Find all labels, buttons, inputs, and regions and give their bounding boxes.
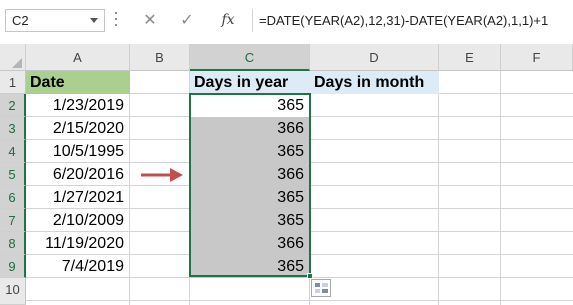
cell-d1[interactable]: Days in month: [310, 71, 439, 94]
gridline: [500, 71, 501, 305]
cell-a1[interactable]: Date: [26, 71, 130, 94]
gridline: [26, 300, 573, 301]
cell-c1[interactable]: Days in year: [190, 71, 310, 94]
row-header-9[interactable]: 9: [0, 255, 26, 278]
formula-bar: C2 ✕ ✓ fx =DATE(YEAR(A2),12,31)-DATE(YEA…: [0, 0, 573, 44]
select-all-icon: [12, 58, 22, 68]
cell-a9[interactable]: 7/4/2019: [26, 255, 130, 278]
column-header-b[interactable]: B: [130, 44, 190, 71]
row-header-5[interactable]: 5: [0, 163, 26, 186]
row-header-7[interactable]: 7: [0, 209, 26, 232]
enter-button[interactable]: ✓: [175, 9, 199, 32]
column-header-a[interactable]: A: [26, 44, 130, 71]
selection-range[interactable]: [189, 93, 311, 277]
column-header-c[interactable]: C: [190, 44, 310, 71]
quick-analysis-icon[interactable]: [311, 279, 331, 297]
row-header-4[interactable]: 4: [0, 140, 26, 163]
select-all-button[interactable]: [0, 44, 26, 71]
row-header-8[interactable]: 8: [0, 232, 26, 255]
cell-a7[interactable]: 2/10/2009: [26, 209, 130, 232]
cell-a5[interactable]: 6/20/2016: [26, 163, 130, 186]
cell-a4[interactable]: 10/5/1995: [26, 140, 130, 163]
cell-a6[interactable]: 1/27/2021: [26, 186, 130, 209]
cell-a3[interactable]: 2/15/2020: [26, 117, 130, 140]
name-box[interactable]: C2: [5, 9, 105, 32]
column-header-e[interactable]: E: [439, 44, 501, 71]
formula-bar-grip-icon[interactable]: [114, 12, 118, 30]
name-box-value: C2: [12, 13, 29, 28]
row-header-1[interactable]: 1: [0, 71, 26, 94]
row-header-6[interactable]: 6: [0, 186, 26, 209]
cell-a8[interactable]: 11/19/2020: [26, 232, 130, 255]
row-header-3[interactable]: 3: [0, 117, 26, 140]
column-header-f[interactable]: F: [501, 44, 573, 71]
column-headers: A B C D E F: [0, 44, 573, 71]
formula-input[interactable]: =DATE(YEAR(A2),12,31)-DATE(YEAR(A2),1,1)…: [252, 9, 573, 32]
gridline: [438, 71, 439, 305]
chevron-down-icon[interactable]: [90, 18, 98, 23]
right-arrow-icon: [141, 168, 183, 182]
insert-function-button[interactable]: fx: [214, 9, 242, 32]
cell-a2[interactable]: 1/23/2019: [26, 94, 130, 117]
row-header-2[interactable]: 2: [0, 94, 26, 117]
row-header-10[interactable]: 10: [0, 278, 26, 305]
column-header-d[interactable]: D: [310, 44, 439, 71]
cancel-button[interactable]: ✕: [138, 9, 162, 32]
